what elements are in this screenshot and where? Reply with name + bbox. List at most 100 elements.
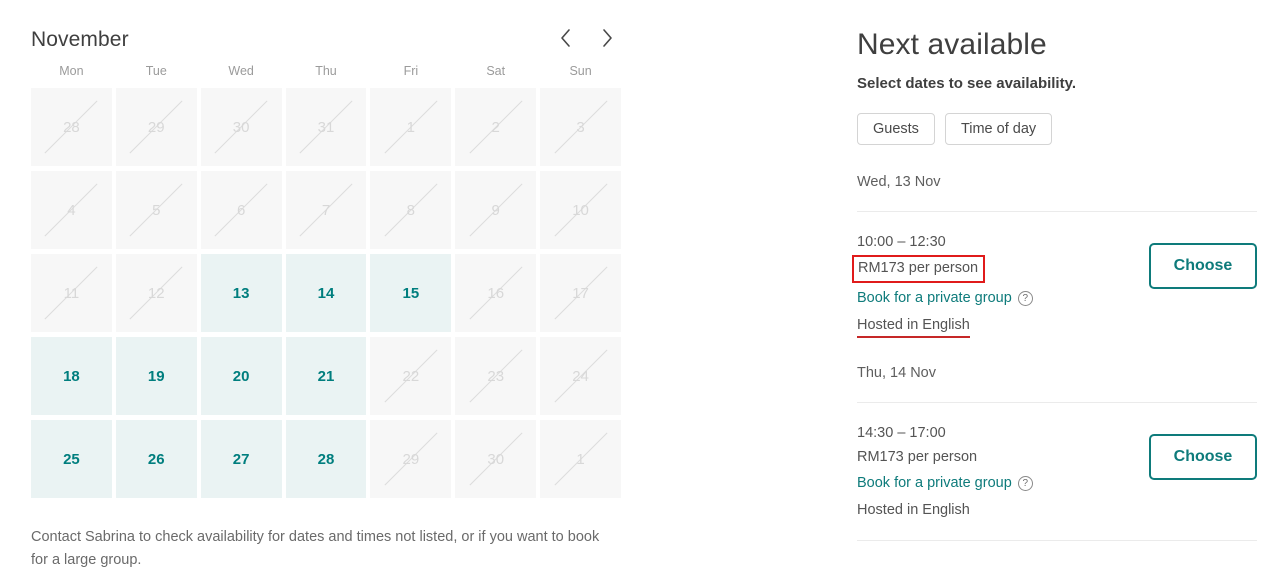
calendar-day-disabled: 31: [285, 88, 367, 166]
calendar-day-available[interactable]: 21: [285, 337, 367, 415]
slot-price-highlight-box: RM173 per person: [852, 255, 986, 283]
availability-date-group: Wed, 13 Nov 10:00 – 12:30 RM173 per person…: [852, 172, 1257, 338]
calendar-day-available[interactable]: 26: [115, 420, 197, 498]
calendar-day-available[interactable]: 18: [31, 337, 112, 415]
book-private-group-label: Book for a private group: [857, 475, 1012, 491]
calendar-day-disabled: 9: [455, 171, 537, 249]
book-private-group-link[interactable]: Book for a private group?: [857, 288, 1033, 309]
availability-groups: Wed, 13 Nov 10:00 – 12:30 RM173 per person…: [852, 172, 1257, 541]
chevron-left-icon: [559, 28, 572, 48]
calendar-day-available[interactable]: 20: [200, 337, 282, 415]
calendar-day-disabled: 1: [370, 88, 452, 166]
availability-subtitle: Select dates to see availability.: [857, 75, 1076, 92]
book-private-group-link[interactable]: Book for a private group?: [857, 473, 1033, 494]
calendar-day-disabled: 24: [540, 337, 621, 415]
weekday-fri: Fri: [403, 64, 419, 78]
filter-guests-button[interactable]: Guests: [857, 113, 935, 145]
calendar-day-disabled: 8: [370, 171, 452, 249]
question-mark-icon[interactable]: ?: [1017, 476, 1033, 491]
calendar-day-number: 11: [63, 284, 80, 302]
calendar-header: November: [31, 0, 621, 51]
question-mark-icon[interactable]: ?: [1017, 291, 1033, 306]
availability-date-label: Thu, 14 Nov: [857, 365, 936, 381]
calendar-day-disabled: 10: [540, 171, 621, 249]
calendar-day-number: 30: [487, 450, 505, 468]
calendar-day-number: 15: [402, 284, 420, 302]
weekday-wed: Wed: [228, 64, 254, 78]
calendar-day-number: 10: [572, 201, 589, 219]
slot-price: RM173 per person: [857, 449, 978, 465]
calendar-day-number: 1: [406, 118, 416, 136]
calendar-day-number: 5: [152, 201, 161, 219]
calendar-day-disabled: 4: [31, 171, 112, 249]
calendar-day-number: 29: [402, 450, 420, 468]
calendar-day-disabled: 5: [115, 171, 197, 249]
calendar-day-disabled: 29: [370, 420, 452, 498]
availability-page: November Mon Tue Wed Thu Fri Sat Sun 28 …: [0, 0, 1275, 584]
weekday-mon: Mon: [59, 64, 84, 78]
calendar-day-number: 17: [572, 284, 589, 302]
calendar-day-number: 28: [317, 450, 335, 468]
availability-slot: 10:00 – 12:30 RM173 per person Book for a …: [852, 212, 1257, 338]
calendar-day-disabled: 11: [31, 254, 112, 332]
calendar-day-number: 29: [147, 118, 165, 136]
filter-time-of-day-button[interactable]: Time of day: [944, 113, 1053, 145]
calendar-day-disabled: 1: [540, 420, 621, 498]
book-private-group-label: Book for a private group: [857, 290, 1012, 306]
calendar-day-available[interactable]: 27: [200, 420, 282, 498]
calendar-day-disabled: 12: [115, 254, 197, 332]
calendar-day-disabled: 6: [200, 171, 282, 249]
choose-button[interactable]: Choose: [1149, 243, 1257, 289]
calendar-day-number: 2: [491, 118, 500, 136]
calendar-day-available[interactable]: 28: [285, 420, 367, 498]
slot-details: 14:30 – 17:00 RM173 per person Book for a …: [857, 423, 1149, 521]
calendar-day-available[interactable]: 25: [31, 420, 112, 498]
calendar-day-number: 7: [321, 201, 331, 219]
calendar-day-available[interactable]: 15: [370, 254, 452, 332]
calendar-day-number: 19: [147, 367, 165, 385]
calendar-day-number: 12: [147, 284, 165, 302]
calendar-day-number: 18: [63, 367, 80, 385]
slot-language: Hosted in English: [857, 315, 970, 338]
calendar-day-number: 27: [232, 450, 250, 468]
slot-time: 14:30 – 17:00: [857, 425, 946, 441]
calendar-day-disabled: 22: [370, 337, 452, 415]
calendar-month-label: November: [31, 28, 129, 51]
calendar-day-disabled: 2: [455, 88, 537, 166]
weekday-sun: Sun: [569, 64, 592, 78]
calendar-day-disabled: 30: [455, 420, 537, 498]
slot-language: Hosted in English: [857, 502, 970, 518]
availability-panel: Next available Select dates to see avail…: [852, 0, 1257, 541]
calendar-day-number: 6: [236, 201, 246, 219]
calendar-day-number: 22: [402, 367, 420, 385]
calendar-day-number: 4: [67, 201, 76, 219]
calendar-day-number: 25: [63, 450, 80, 468]
calendar-day-number: 9: [491, 201, 500, 219]
calendar-day-disabled: 7: [285, 171, 367, 249]
slot-time: 10:00 – 12:30: [857, 234, 946, 250]
page-title: Next available: [857, 28, 1047, 61]
prev-month-button[interactable]: [551, 24, 579, 52]
calendar-day-number: 30: [232, 118, 250, 136]
calendar-weekday-header: Mon Tue Wed Thu Fri Sat Sun: [31, 62, 621, 88]
calendar-day-number: 24: [572, 367, 589, 385]
calendar-day-number: 14: [317, 284, 335, 302]
calendar-grid: 28 29 30 31 1 2 3 4 5 6 7 8 9 10 11 12 13 14 15 16 17 18 19 20 2…: [31, 88, 621, 498]
calendar-day-available[interactable]: 19: [115, 337, 197, 415]
slot-price-container: RM173 per person: [857, 447, 977, 468]
choose-button[interactable]: Choose: [1149, 434, 1257, 480]
calendar-day-disabled: 16: [455, 254, 537, 332]
next-month-button[interactable]: [593, 24, 621, 52]
calendar-day-disabled: 3: [540, 88, 621, 166]
availability-slot: 14:30 – 17:00 RM173 per person Book for a …: [857, 403, 1257, 521]
calendar-day-available[interactable]: 14: [285, 254, 367, 332]
calendar-day-number: 16: [487, 284, 505, 302]
calendar-day-available[interactable]: 13: [200, 254, 282, 332]
calendar-day-number: 13: [232, 284, 250, 302]
chevron-right-icon: [601, 28, 614, 48]
availability-date-label: Wed, 13 Nov: [857, 174, 941, 190]
divider: [857, 540, 1257, 541]
weekday-tue: Tue: [145, 64, 167, 78]
calendar-day-disabled: 29: [115, 88, 197, 166]
availability-date-group: Thu, 14 Nov 14:30 – 17:00 RM173 per person…: [857, 363, 1257, 521]
